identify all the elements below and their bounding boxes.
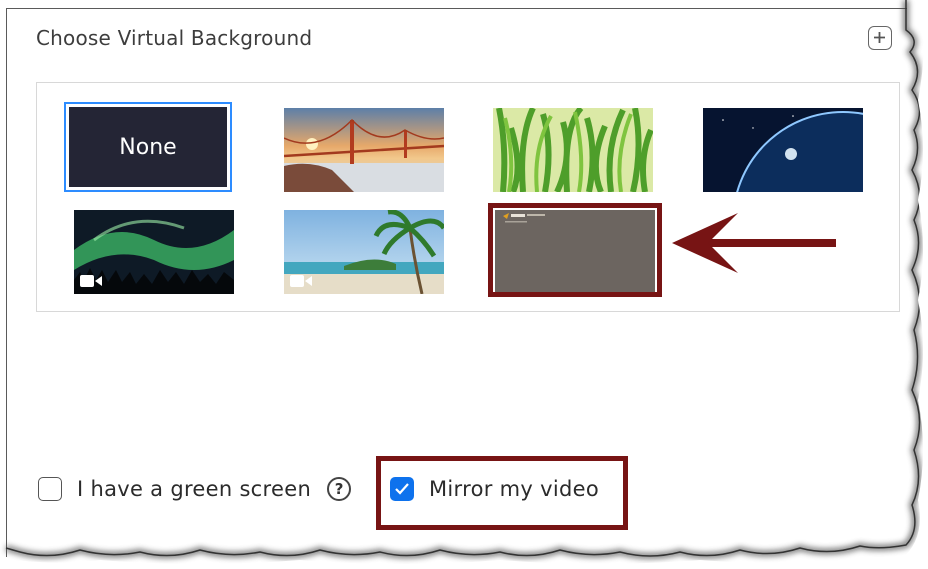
grass-thumbnail (493, 108, 653, 192)
annotation-arrow-icon (672, 213, 836, 273)
background-beach-tile[interactable] (284, 210, 444, 294)
dialog-title: Choose Virtual Background (36, 26, 313, 50)
question-circle-icon[interactable]: ? (327, 477, 352, 501)
background-earth-tile[interactable] (703, 108, 863, 192)
annotation-mirror-box (376, 456, 628, 530)
none-label: None (69, 107, 227, 187)
add-background-button[interactable] (868, 26, 892, 50)
background-none-tile[interactable]: None (64, 102, 232, 192)
video-camera-icon (80, 275, 102, 287)
green-screen-checkbox[interactable] (38, 477, 62, 501)
plus-icon (874, 32, 885, 43)
annotation-highlight-box (488, 203, 662, 297)
green-screen-label: I have a green screen (77, 477, 312, 501)
background-golden-gate-tile[interactable] (284, 108, 444, 192)
green-screen-option: I have a green screen ? (38, 477, 352, 501)
earth-thumbnail (703, 108, 863, 192)
background-aurora-tile[interactable] (74, 210, 234, 294)
video-camera-icon (290, 275, 312, 287)
golden-gate-thumbnail (284, 108, 444, 192)
background-grass-tile[interactable] (493, 108, 653, 192)
